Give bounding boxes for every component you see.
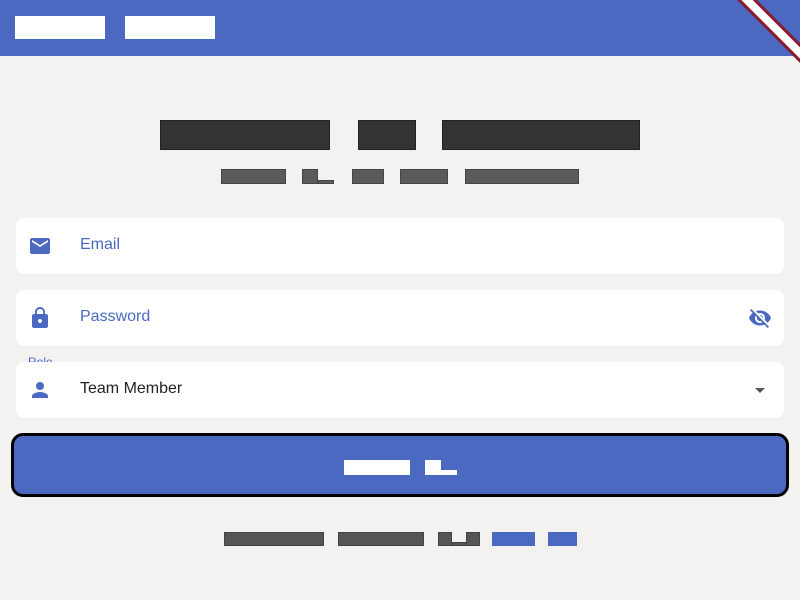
login-screen: Email Password Role Team Member xyxy=(0,0,800,600)
submit-button[interactable] xyxy=(11,433,789,497)
password-label: Password xyxy=(80,308,151,325)
app-bar xyxy=(0,0,800,70)
password-field[interactable]: Password xyxy=(16,290,784,346)
email-label: Email xyxy=(80,236,121,253)
lock-icon xyxy=(32,307,48,328)
footer-text-redacted xyxy=(0,530,800,546)
email-field[interactable]: Email xyxy=(16,218,784,274)
debug-banner xyxy=(730,0,800,70)
visibility-off-icon[interactable] xyxy=(748,306,772,330)
page-title-redacted xyxy=(0,120,800,150)
person-icon xyxy=(32,382,48,398)
footer-link-redacted[interactable] xyxy=(491,532,535,546)
page-subtitle-redacted xyxy=(0,167,800,184)
submit-button-label-redacted xyxy=(14,460,786,475)
mail-icon xyxy=(30,238,50,254)
footer-link-redacted-2[interactable] xyxy=(547,532,577,546)
app-bar-redacted-title-2 xyxy=(125,16,215,39)
app-bar-redacted-title-1 xyxy=(15,16,105,39)
role-dropdown[interactable]: Team Member xyxy=(16,362,784,418)
role-value: Team Member xyxy=(80,380,183,397)
arrow-drop-down-icon[interactable] xyxy=(748,378,772,402)
